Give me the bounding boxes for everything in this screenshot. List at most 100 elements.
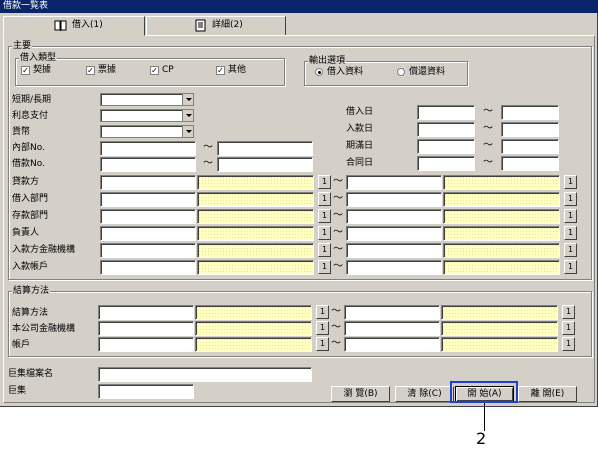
range-tilde: ～	[333, 227, 343, 238]
own-bank-lookup-from-button[interactable]: 1	[316, 321, 329, 335]
person-name-from	[197, 226, 314, 241]
type-deed-checkbox[interactable]: ✓	[21, 66, 30, 75]
lender-lookup-from-button[interactable]: 1	[318, 175, 331, 189]
settle-method-label: 結算方法	[12, 308, 49, 318]
deposit-dept-code-to[interactable]	[346, 209, 442, 224]
internal-no-to-input[interactable]	[217, 141, 313, 156]
payee-bank-lookup-to-button[interactable]: 1	[564, 243, 577, 257]
deposit-date-from-input[interactable]	[417, 122, 475, 137]
deposit-date-to-input[interactable]	[501, 122, 559, 137]
lender-lookup-to-button[interactable]: 1	[564, 175, 577, 189]
output-repay-radio[interactable]	[397, 68, 405, 76]
lender-code-to[interactable]	[346, 175, 442, 190]
settle-method-lookup-from-button[interactable]: 1	[316, 305, 329, 319]
settle-group-label: 結算方法	[12, 286, 51, 296]
settle-account-code-to[interactable]	[344, 337, 440, 352]
maturity-date-to-input[interactable]	[501, 139, 559, 154]
callout-line	[484, 403, 485, 431]
lender-code-from[interactable]	[100, 175, 196, 190]
settle-account-lookup-to-button[interactable]: 1	[562, 337, 575, 351]
borrow-dept-lookup-from-button[interactable]: 1	[318, 192, 331, 206]
account-name-to	[443, 260, 560, 275]
term-select[interactable]	[100, 93, 194, 106]
chevron-down-icon[interactable]	[182, 94, 193, 105]
internal-no-label: 內部No.	[12, 143, 45, 153]
internal-no-from-input[interactable]	[100, 141, 196, 156]
settle-method-code-from[interactable]	[98, 305, 194, 320]
account-code-to[interactable]	[346, 260, 442, 275]
range-tilde: ～	[333, 210, 343, 221]
currency-label: 貨幣	[12, 127, 31, 137]
settle-account-code-from[interactable]	[98, 337, 194, 352]
tab-borrow[interactable]: 借入(1)	[3, 16, 145, 36]
range-tilde: ～	[483, 157, 493, 168]
loan-no-to-input[interactable]	[217, 157, 313, 172]
chevron-down-icon[interactable]	[182, 110, 193, 121]
type-bill-checkbox[interactable]: ✓	[86, 66, 95, 75]
deposit-dept-lookup-from-button[interactable]: 1	[318, 209, 331, 223]
borrow-dept-name-to	[443, 192, 560, 207]
tab-detail[interactable]: 詳細(2)	[146, 16, 286, 35]
deposit-dept-name-from	[197, 209, 314, 224]
type-other-checkbox[interactable]: ✓	[216, 66, 225, 75]
clear-button[interactable]: 清 除(C)	[395, 386, 454, 402]
person-lookup-from-button[interactable]: 1	[318, 226, 331, 240]
type-cp-checkbox[interactable]: ✓	[150, 66, 159, 75]
account-lookup-from-button[interactable]: 1	[318, 260, 331, 274]
own-bank-code-to[interactable]	[344, 321, 440, 336]
settle-account-lookup-from-button[interactable]: 1	[316, 337, 329, 351]
payee-bank-code-from[interactable]	[100, 243, 196, 258]
borrow-date-from-input[interactable]	[417, 105, 475, 120]
own-bank-lookup-to-button[interactable]: 1	[562, 321, 575, 335]
account-name-from	[197, 260, 314, 275]
range-tilde: ～	[331, 338, 341, 349]
close-button[interactable]: 離 開(E)	[518, 386, 577, 402]
deposit-dept-label: 存款部門	[12, 211, 49, 221]
type-group-label: 借入類型	[19, 53, 58, 63]
borrow-date-to-input[interactable]	[501, 105, 559, 120]
deposit-dept-lookup-to-button[interactable]: 1	[564, 209, 577, 223]
contract-date-to-input[interactable]	[501, 156, 559, 171]
payee-bank-code-to[interactable]	[346, 243, 442, 258]
account-lookup-to-button[interactable]: 1	[564, 260, 577, 274]
borrow-dept-code-to[interactable]	[346, 192, 442, 207]
person-code-from[interactable]	[100, 226, 196, 241]
loan-no-label: 借款No.	[12, 159, 45, 169]
macro-label: 巨集	[8, 386, 27, 396]
maturity-date-from-input[interactable]	[417, 139, 475, 154]
range-tilde: ～	[333, 193, 343, 204]
payee-bank-name-to	[443, 243, 560, 258]
output-borrow-label: 借入資料	[327, 67, 364, 77]
payee-bank-name-from	[197, 243, 314, 258]
loan-list-window: 借款一覧表 借入(1) 詳細(2) 主要 借入類型 ✓ 契據 ✓ 票據 ✓ CP…	[0, 0, 598, 407]
borrow-dept-lookup-to-button[interactable]: 1	[564, 192, 577, 206]
settle-method-code-to[interactable]	[344, 305, 440, 320]
window-title: 借款一覧表	[0, 0, 598, 13]
range-tilde: ～	[483, 123, 493, 134]
person-code-to[interactable]	[346, 226, 442, 241]
contract-date-label: 合同日	[346, 158, 374, 168]
deposit-dept-code-from[interactable]	[100, 209, 196, 224]
loan-no-from-input[interactable]	[100, 157, 196, 172]
output-borrow-radio[interactable]	[315, 68, 323, 76]
account-code-from[interactable]	[100, 260, 196, 275]
payee-bank-lookup-from-button[interactable]: 1	[318, 243, 331, 257]
person-lookup-to-button[interactable]: 1	[564, 226, 577, 240]
currency-select[interactable]	[100, 125, 194, 138]
interest-select[interactable]	[100, 109, 194, 122]
borrow-date-label: 借入日	[346, 107, 374, 117]
settle-method-lookup-to-button[interactable]: 1	[562, 305, 575, 319]
person-name-to	[443, 226, 560, 241]
own-bank-code-from[interactable]	[98, 321, 194, 336]
settle-account-name-to	[441, 337, 558, 352]
macro-input[interactable]	[98, 384, 194, 399]
type-bill-label: 票據	[98, 65, 117, 75]
macro-file-input[interactable]	[98, 367, 312, 382]
range-tilde: ～	[331, 322, 341, 333]
document-icon	[195, 19, 206, 32]
chevron-down-icon[interactable]	[182, 126, 193, 137]
browse-button[interactable]: 瀏 覽(B)	[331, 386, 390, 402]
contract-date-from-input[interactable]	[417, 156, 475, 171]
type-other-label: 其他	[228, 65, 247, 75]
borrow-dept-code-from[interactable]	[100, 192, 196, 207]
